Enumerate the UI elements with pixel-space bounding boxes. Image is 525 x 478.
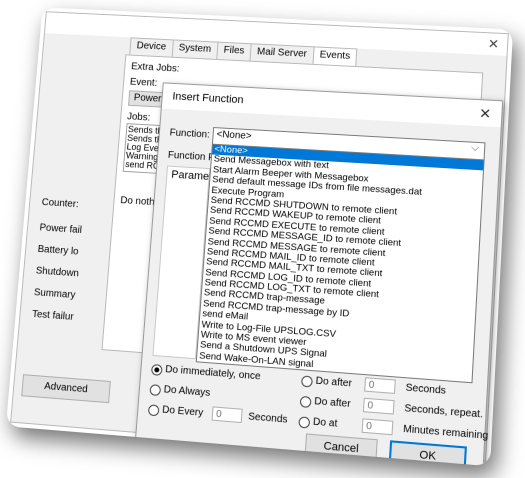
counter-row-label: Summary [33, 287, 76, 302]
do-at-radio[interactable] [298, 416, 311, 429]
insert-function-dialog: Insert Function ✕ Function: Function Pa … [134, 82, 504, 467]
event-label: Event: [129, 76, 158, 89]
do-immediately-radio[interactable] [150, 363, 163, 376]
do-always-radio[interactable] [149, 384, 162, 397]
dialog-title: Insert Function [172, 90, 244, 107]
function-select-value: <None> [216, 129, 252, 142]
cancel-button[interactable]: Cancel [304, 433, 378, 463]
do-after-repeat-field[interactable]: 0 [362, 397, 395, 415]
counter-row-label: Test failur [31, 308, 75, 323]
do-every-radio[interactable] [147, 404, 160, 417]
screenshot-scene: ✕ Device System Files Mail Server Events… [0, 0, 525, 468]
screenshot-frame: ✕ Device System Files Mail Server Events… [5, 7, 514, 467]
do-at-label: Do at [312, 416, 338, 430]
do-at-field[interactable]: 0 [361, 418, 394, 436]
minutes-remaining-label: Minutes remaining [402, 423, 489, 442]
ok-button[interactable]: OK [388, 440, 467, 467]
tab-device[interactable]: Device [129, 37, 174, 57]
do-every-field[interactable]: 0 [211, 406, 243, 424]
jobs-label: Jobs: [126, 111, 151, 124]
do-after-radio[interactable] [301, 375, 313, 388]
seconds-repeat-label: Seconds, repeat. [404, 402, 484, 421]
tab-events[interactable]: Events [312, 46, 358, 67]
counter-row-label: Power fail [39, 222, 83, 236]
do-every-label: Do Every [161, 404, 204, 419]
counter-label: Counter: [41, 197, 80, 211]
close-icon[interactable]: ✕ [487, 36, 500, 52]
chevron-down-icon[interactable]: ⌵ [471, 143, 479, 154]
tilted-screenshot: ✕ Device System Files Mail Server Events… [5, 7, 523, 477]
do-after-repeat-radio[interactable] [299, 395, 312, 409]
do-immediately-label: Do immediately, once [164, 364, 261, 383]
extra-jobs-label: Extra Jobs: [130, 61, 180, 75]
seconds-label: Seconds [405, 382, 447, 397]
function-label: Function: [169, 127, 211, 141]
do-after-repeat-label: Do after [313, 395, 351, 411]
do-after-field[interactable]: 0 [364, 377, 396, 394]
function-dropdown-list[interactable]: <None> Send Messagebox with text Start Ala… [195, 143, 485, 384]
do-always-label: Do Always [163, 384, 211, 399]
advanced-button[interactable]: Advanced [21, 374, 111, 404]
counter-row-label: Battery lo [37, 243, 79, 258]
seconds-label: Seconds [247, 411, 288, 426]
close-icon[interactable]: ✕ [479, 105, 492, 123]
counter-row-label: Shutdown [35, 265, 80, 280]
parameters-label: Paramet [170, 168, 213, 184]
tab-files[interactable]: Files [216, 41, 252, 61]
do-after-label: Do after [315, 375, 353, 390]
